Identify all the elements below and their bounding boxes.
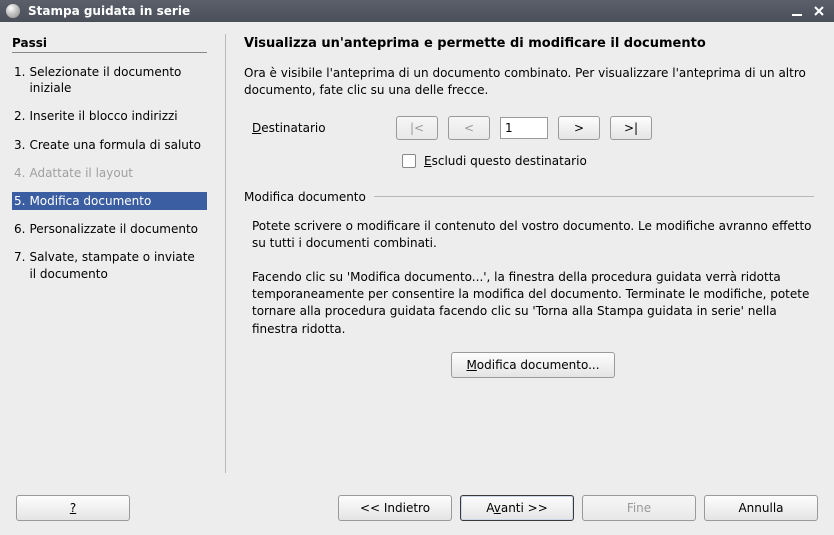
wizard-footer: ? << Indietro Avanti >> Fine Annulla: [12, 483, 822, 525]
finish-button[interactable]: Fine: [582, 495, 696, 521]
step-number: 3.: [14, 137, 25, 153]
recipient-last-button[interactable]: >|: [610, 116, 652, 140]
help-button[interactable]: ?: [16, 495, 130, 521]
separator-line: [374, 196, 814, 197]
window-body: Passi 1.Selezionate il documento inizial…: [0, 22, 834, 535]
step-label: Adattate il layout: [29, 165, 133, 181]
steps-header: Passi: [12, 36, 207, 53]
recipient-label: Destinatario: [252, 121, 382, 135]
step-item-3[interactable]: 3.Create una formula di saluto: [12, 136, 207, 154]
edit-section-header: Modifica documento: [244, 190, 814, 204]
page-heading: Visualizza un'anteprima e permette di mo…: [244, 36, 814, 51]
step-label: Inserite il blocco indirizzi: [29, 108, 177, 124]
step-number: 1.: [14, 64, 25, 80]
next-button[interactable]: Avanti >>: [460, 495, 574, 521]
edit-section-label: Modifica documento: [244, 190, 366, 204]
window-title: Stampa guidata in serie: [28, 4, 190, 18]
app-icon: [6, 4, 20, 18]
edit-paragraph-1: Potete scrivere o modificare il contenut…: [252, 218, 814, 253]
step-item-6[interactable]: 6.Personalizzate il documento: [12, 220, 207, 238]
edit-paragraph-2: Facendo clic su 'Modifica documento...',…: [252, 269, 814, 339]
recipient-nav: |< < > >|: [396, 116, 652, 140]
step-item-5[interactable]: 5.Modifica documento: [12, 192, 207, 210]
step-label: Personalizzate il documento: [29, 221, 198, 237]
step-item-4: 4.Adattate il layout: [12, 164, 207, 182]
step-number: 4.: [14, 165, 25, 181]
steps-sidebar: Passi 1.Selezionate il documento inizial…: [12, 32, 207, 483]
back-button[interactable]: << Indietro: [338, 495, 452, 521]
recipient-index-input[interactable]: [500, 117, 548, 139]
intro-text: Ora è visibile l'anteprima di un documen…: [244, 65, 814, 100]
recipient-first-button[interactable]: |<: [396, 116, 438, 140]
minimize-button[interactable]: [788, 2, 806, 20]
vertical-separator: [225, 34, 226, 473]
edit-document-button[interactable]: Modifica documento...: [451, 352, 614, 378]
cancel-button[interactable]: Annulla: [704, 495, 818, 521]
recipient-row: Destinatario |< < > >|: [244, 116, 814, 140]
main-panel: Visualizza un'anteprima e permette di mo…: [244, 32, 822, 483]
step-item-2[interactable]: 2.Inserite il blocco indirizzi: [12, 107, 207, 125]
step-label: Modifica documento: [29, 193, 151, 209]
recipient-next-button[interactable]: >: [558, 116, 600, 140]
exclude-recipient-label: Escludi questo destinatario: [424, 154, 587, 168]
step-number: 2.: [14, 108, 25, 124]
titlebar: Stampa guidata in serie: [0, 0, 834, 22]
step-number: 5.: [14, 193, 25, 209]
step-label: Salvate, stampate o inviate il documento: [29, 249, 205, 281]
step-label: Selezionate il documento iniziale: [29, 64, 205, 96]
close-button[interactable]: [810, 2, 828, 20]
steps-list: 1.Selezionate il documento iniziale2.Ins…: [12, 63, 207, 283]
step-number: 6.: [14, 221, 25, 237]
step-item-7[interactable]: 7.Salvate, stampate o inviate il documen…: [12, 248, 207, 282]
exclude-recipient-checkbox[interactable]: [402, 154, 416, 168]
step-item-1[interactable]: 1.Selezionate il documento iniziale: [12, 63, 207, 97]
recipient-prev-button[interactable]: <: [448, 116, 490, 140]
exclude-recipient-row: Escludi questo destinatario: [402, 154, 814, 168]
step-number: 7.: [14, 249, 25, 265]
step-label: Create una formula di saluto: [29, 137, 201, 153]
